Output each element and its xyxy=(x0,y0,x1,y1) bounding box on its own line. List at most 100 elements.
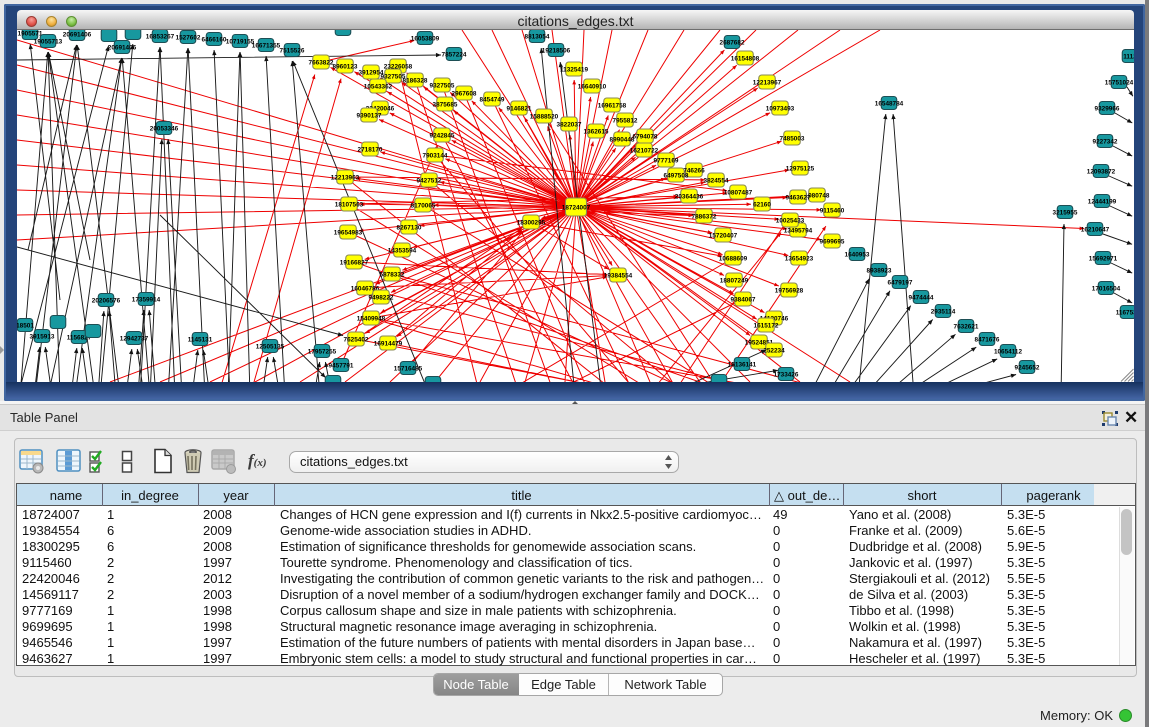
svg-text:13495794: 13495794 xyxy=(784,228,813,235)
svg-text:9498222: 9498222 xyxy=(369,295,394,302)
svg-text:16961758: 16961758 xyxy=(598,103,627,110)
svg-text:7955812: 7955812 xyxy=(613,118,638,125)
svg-text:16053809: 16053809 xyxy=(411,36,440,43)
svg-text:15888520: 15888520 xyxy=(530,114,559,121)
svg-text:252234: 252234 xyxy=(763,348,785,355)
svg-text:7485003: 7485003 xyxy=(780,136,805,143)
svg-text:9227342: 9227342 xyxy=(1093,139,1118,146)
svg-text:17359914: 17359914 xyxy=(132,297,161,304)
svg-text:16548784: 16548784 xyxy=(875,101,904,108)
svg-text:18501: 18501 xyxy=(17,323,34,330)
svg-text:15751024: 15751024 xyxy=(1105,80,1134,87)
svg-text:12444199: 12444199 xyxy=(1088,199,1117,206)
svg-text:1905571: 1905571 xyxy=(18,31,43,38)
svg-text:9242845: 9242845 xyxy=(430,133,455,140)
svg-text:2967608: 2967608 xyxy=(452,91,477,98)
svg-text:8454749: 8454749 xyxy=(480,97,505,104)
svg-text:15692971: 15692971 xyxy=(1089,256,1118,263)
svg-text:15720407: 15720407 xyxy=(709,233,738,240)
svg-text:17016504: 17016504 xyxy=(1092,286,1121,293)
svg-text:19218506: 19218506 xyxy=(542,48,571,55)
svg-text:12093872: 12093872 xyxy=(1087,169,1116,176)
svg-text:1362615: 1362615 xyxy=(584,129,609,136)
svg-text:11325419: 11325419 xyxy=(560,67,589,74)
svg-text:10025433: 10025433 xyxy=(776,218,805,225)
svg-text:17957255: 17957255 xyxy=(308,349,337,356)
svg-text:19166827: 19166827 xyxy=(340,260,369,267)
svg-text:9327505: 9327505 xyxy=(430,83,455,90)
svg-text:16154808: 16154808 xyxy=(731,56,760,63)
svg-text:15136141: 15136141 xyxy=(728,362,757,369)
svg-text:1640953: 1640953 xyxy=(845,252,870,259)
svg-text:19055713: 19055713 xyxy=(34,39,63,46)
svg-text:62160: 62160 xyxy=(753,202,771,209)
svg-text:10654112: 10654112 xyxy=(994,349,1023,356)
svg-text:1167534: 1167534 xyxy=(1116,310,1134,317)
svg-text:10719155: 10719155 xyxy=(226,39,255,46)
svg-text:9329966: 9329966 xyxy=(1095,106,1120,113)
svg-text:18300295: 18300295 xyxy=(517,220,546,227)
svg-text:20053346: 20053346 xyxy=(150,126,179,133)
svg-text:8813054: 8813054 xyxy=(525,34,550,41)
svg-text:19756928: 19756928 xyxy=(775,288,804,295)
svg-text:15409948: 15409948 xyxy=(357,316,386,323)
svg-text:7886372: 7886372 xyxy=(692,214,717,221)
svg-text:10543362: 10543362 xyxy=(364,84,393,91)
svg-text:13654923: 13654923 xyxy=(785,256,814,263)
svg-text:1615172: 1615172 xyxy=(754,323,779,330)
svg-text:1733426: 1733426 xyxy=(774,372,799,379)
svg-text:9384067: 9384067 xyxy=(731,297,756,304)
svg-text:3215955: 3215955 xyxy=(1053,210,1078,217)
svg-text:14353594: 14353594 xyxy=(388,248,417,255)
svg-text:6466160: 6466160 xyxy=(202,37,227,44)
svg-text:7857224: 7857224 xyxy=(442,52,467,59)
svg-text:7903144: 7903144 xyxy=(423,153,448,160)
svg-text:1112: 1112 xyxy=(1123,54,1134,61)
svg-text:9474444: 9474444 xyxy=(909,295,934,302)
svg-text:20206576: 20206576 xyxy=(92,298,121,305)
svg-text:12505135: 12505135 xyxy=(256,344,285,351)
svg-text:10688609: 10688609 xyxy=(719,256,748,263)
svg-text:8186328: 8186328 xyxy=(403,78,428,85)
svg-text:10973493: 10973493 xyxy=(766,106,795,113)
svg-text:6794078: 6794078 xyxy=(633,134,658,141)
svg-text:18807249: 18807249 xyxy=(720,278,749,285)
svg-text:8170065: 8170065 xyxy=(411,203,436,210)
svg-text:19654983: 19654983 xyxy=(334,230,363,237)
svg-text:9427512: 9427512 xyxy=(417,178,442,185)
svg-text:16210722: 16210722 xyxy=(630,148,659,155)
svg-text:2718170: 2718170 xyxy=(358,147,383,154)
svg-text:3824554: 3824554 xyxy=(704,178,729,185)
svg-text:8471676: 8471676 xyxy=(975,337,1000,344)
svg-text:1527602: 1527602 xyxy=(176,35,201,42)
svg-text:7663822: 7663822 xyxy=(309,60,334,67)
svg-text:8960123: 8960123 xyxy=(333,64,358,71)
svg-text:8938923: 8938923 xyxy=(867,268,892,275)
svg-text:7632621: 7632621 xyxy=(954,324,979,331)
svg-text:9245652: 9245652 xyxy=(1015,365,1040,372)
svg-text:20364436: 20364436 xyxy=(675,194,704,201)
svg-text:18724007: 18724007 xyxy=(562,205,591,212)
svg-text:9115460: 9115460 xyxy=(820,208,845,215)
svg-text:12942737: 12942737 xyxy=(120,336,149,343)
svg-text:6479197: 6479197 xyxy=(888,280,913,287)
svg-text:9457791: 9457791 xyxy=(329,363,354,370)
svg-text:7515526: 7515526 xyxy=(280,48,305,55)
svg-text:16671355: 16671355 xyxy=(252,43,281,50)
svg-text:9463627: 9463627 xyxy=(786,195,811,202)
svg-text:16853267: 16853267 xyxy=(146,34,175,41)
svg-text:8267130: 8267130 xyxy=(397,225,422,232)
svg-text:15716485: 15716485 xyxy=(394,366,423,373)
svg-text:8990448: 8990448 xyxy=(610,137,635,144)
svg-text:9146821: 9146821 xyxy=(507,106,532,113)
svg-text:16640910: 16640910 xyxy=(578,84,607,91)
svg-text:16210647: 16210647 xyxy=(1081,227,1110,234)
svg-text:7625402: 7625402 xyxy=(344,337,369,344)
svg-text:3822037: 3822037 xyxy=(557,122,582,129)
svg-text:1145131: 1145131 xyxy=(188,337,213,344)
svg-text:2935114: 2935114 xyxy=(931,309,956,316)
svg-text:9699695: 9699695 xyxy=(820,239,845,246)
svg-text:12213963: 12213963 xyxy=(331,175,360,182)
svg-text:20691406: 20691406 xyxy=(63,32,92,39)
svg-text:3915913: 3915913 xyxy=(30,334,55,341)
